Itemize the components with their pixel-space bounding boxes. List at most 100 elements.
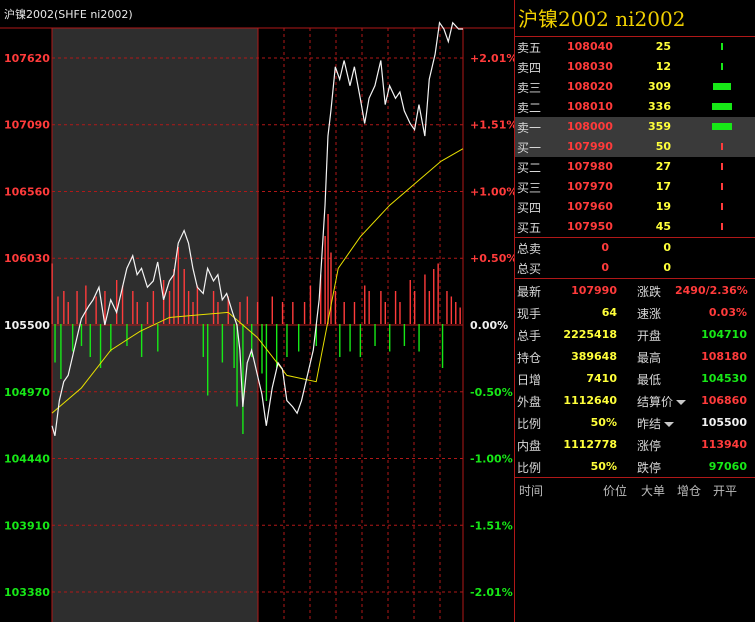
bid-level-2[interactable]: 买二 107980 27 bbox=[515, 157, 755, 177]
ask-level-2[interactable]: 卖四 108030 12 bbox=[515, 57, 755, 77]
level-price: 107980 bbox=[567, 160, 613, 173]
stat-label: 开盘 bbox=[637, 327, 661, 344]
stat-value: 1112778 bbox=[563, 438, 617, 451]
volume-bar bbox=[239, 302, 241, 324]
volume-bar bbox=[403, 324, 406, 346]
level-label: 卖一 bbox=[517, 121, 542, 135]
stat-value: 1112640 bbox=[563, 394, 617, 407]
volume-bar bbox=[212, 291, 215, 324]
stat-label: 最低 bbox=[637, 371, 661, 388]
volume-bar bbox=[99, 324, 102, 368]
stat-row: 最新 107990 涨跌 2490/2.36% bbox=[515, 279, 755, 301]
level-volume: 309 bbox=[648, 80, 671, 93]
stat-label: 外盘 bbox=[517, 395, 542, 409]
volume-bar bbox=[146, 302, 149, 324]
level-volume: 359 bbox=[648, 120, 671, 133]
volume-bar bbox=[51, 263, 53, 324]
stat-label-text: 昨结 bbox=[637, 417, 662, 431]
volume-bar bbox=[76, 291, 78, 324]
stat-value: 106860 bbox=[701, 394, 747, 407]
stat-label-text: 涨停 bbox=[637, 439, 662, 453]
volume-bar bbox=[177, 247, 180, 324]
volume-bar bbox=[173, 269, 175, 324]
col-open-close: 开平 bbox=[713, 484, 738, 498]
level-label: 卖三 bbox=[517, 81, 542, 95]
stat-label[interactable]: 昨结 bbox=[637, 415, 675, 432]
stat-value: 104530 bbox=[701, 372, 747, 385]
dropdown-caret-icon[interactable] bbox=[664, 422, 675, 427]
percent-tick-label: -1.00% bbox=[470, 453, 513, 466]
volume-bar bbox=[374, 324, 376, 346]
level-label: 买二 bbox=[517, 161, 542, 175]
intraday-chart[interactable]: 107620 107090 106560 106030 105500 104970 1044… bbox=[0, 0, 514, 622]
level-volume-bar bbox=[721, 43, 723, 50]
volume-bar bbox=[303, 302, 306, 324]
bid-level-5[interactable]: 买五 107950 45 bbox=[515, 217, 755, 237]
volume-bar bbox=[168, 291, 171, 324]
level-label: 卖五 bbox=[517, 41, 542, 55]
level-volume-bar bbox=[713, 83, 731, 90]
volume-bar bbox=[399, 302, 401, 324]
stat-label: 涨跌 bbox=[637, 283, 661, 300]
trade-list-header: 时间 价位 大单 增仓 开平 bbox=[515, 478, 755, 500]
price-tick-label: 104970 bbox=[4, 386, 50, 399]
level-volume: 12 bbox=[655, 60, 671, 73]
level-price: 108030 bbox=[567, 60, 613, 73]
percent-tick-label: -2.01% bbox=[470, 586, 513, 599]
contract-title: 沪镍2002 ni2002 bbox=[515, 0, 755, 37]
volume-bar bbox=[85, 285, 87, 324]
volume-bar bbox=[327, 214, 329, 324]
volume-bar bbox=[60, 324, 62, 379]
stat-label: 日增 bbox=[517, 373, 542, 387]
stat-row: 总手 2225418 开盘 104710 bbox=[515, 323, 755, 345]
total-label: 总买 bbox=[517, 262, 542, 276]
level-price: 107990 bbox=[567, 140, 613, 153]
level-label: 买五 bbox=[517, 221, 542, 235]
volume-bar bbox=[233, 324, 235, 368]
quote-stats: 最新 107990 涨跌 2490/2.36% 现手 64 速涨 0.03% 总手 … bbox=[515, 279, 755, 477]
stat-label: 总手 bbox=[517, 329, 542, 343]
level-volume: 17 bbox=[655, 180, 671, 193]
stat-value: 389648 bbox=[571, 350, 617, 363]
stat-label-text: 开盘 bbox=[637, 329, 662, 343]
level-volume-bar bbox=[721, 223, 723, 230]
stat-label-text: 结算价 bbox=[637, 395, 674, 409]
volume-bar bbox=[394, 291, 397, 324]
ask-level-3[interactable]: 卖三 108020 309 bbox=[515, 77, 755, 97]
stat-label-text: 跌停 bbox=[637, 461, 662, 475]
stat-label: 比例 bbox=[517, 461, 542, 475]
volume-bar bbox=[428, 291, 431, 324]
volume-bar bbox=[433, 269, 435, 324]
volume-bar bbox=[349, 324, 351, 352]
stat-value: 50% bbox=[590, 460, 617, 473]
stat-row: 持仓 389648 最高 108180 bbox=[515, 345, 755, 367]
price-tick-label: 106030 bbox=[4, 252, 50, 265]
stat-label: 比例 bbox=[517, 417, 542, 431]
ask-level-4[interactable]: 卖二 108010 336 bbox=[515, 97, 755, 117]
percent-tick-label: +1.00% bbox=[470, 185, 514, 198]
stat-value: 108180 bbox=[701, 350, 747, 363]
volume-bar bbox=[389, 324, 391, 352]
bid-level-4[interactable]: 买四 107960 19 bbox=[515, 197, 755, 217]
level-volume: 50 bbox=[655, 140, 671, 153]
stat-value: 50% bbox=[590, 416, 617, 429]
level-price: 108000 bbox=[567, 120, 613, 133]
level-volume: 25 bbox=[655, 40, 671, 53]
level-price: 108040 bbox=[567, 40, 613, 53]
stat-row: 现手 64 速涨 0.03% bbox=[515, 301, 755, 323]
bid-level-3[interactable]: 买三 107970 17 bbox=[515, 177, 755, 197]
level-price: 108010 bbox=[567, 100, 613, 113]
volume-bar bbox=[309, 285, 312, 324]
bid-level-1[interactable]: 买一 107990 50 bbox=[515, 137, 755, 157]
price-tick-label: 103910 bbox=[4, 519, 50, 532]
volume-bar bbox=[89, 324, 91, 357]
stat-row: 外盘 1112640 结算价 106860 bbox=[515, 389, 755, 411]
ask-level-1[interactable]: 卖五 108040 25 bbox=[515, 37, 755, 57]
ask-level-5[interactable]: 卖一 108000 359 bbox=[515, 117, 755, 137]
volume-bar bbox=[110, 324, 112, 352]
stat-label-text: 涨跌 bbox=[637, 285, 662, 299]
level-price: 107960 bbox=[567, 200, 613, 213]
volume-bar bbox=[162, 280, 165, 324]
level-label: 买四 bbox=[517, 201, 542, 215]
volume-bar bbox=[242, 324, 244, 434]
